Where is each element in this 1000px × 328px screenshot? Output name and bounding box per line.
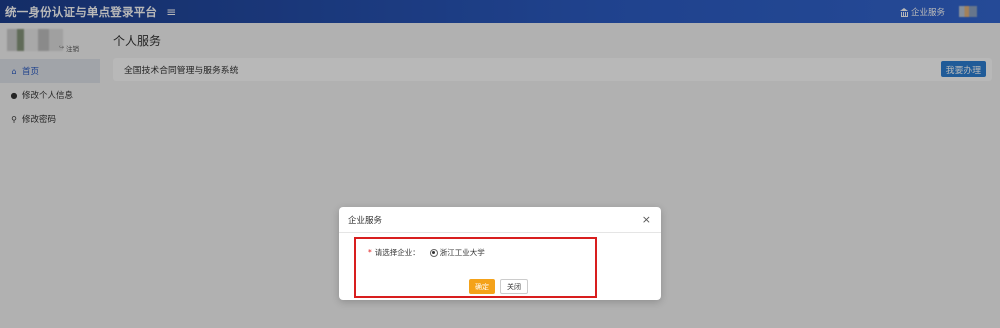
enterprise-option-label[interactable]: 浙江工业大学 bbox=[440, 247, 485, 258]
required-mark: * bbox=[368, 248, 372, 257]
enterprise-modal: 企业服务 × * 请选择企业： 浙江工业大学 确定 关闭 bbox=[339, 207, 661, 300]
enterprise-select-row: * 请选择企业： 浙江工业大学 bbox=[368, 247, 485, 258]
enterprise-radio[interactable] bbox=[429, 248, 438, 257]
modal-title: 企业服务 bbox=[348, 215, 383, 226]
radio-dot bbox=[432, 251, 436, 254]
confirm-button[interactable]: 确定 bbox=[469, 279, 495, 294]
modal-header: 企业服务 bbox=[339, 207, 661, 233]
enterprise-field-label: 请选择企业： bbox=[374, 248, 420, 257]
close-button[interactable]: 关闭 bbox=[500, 279, 528, 294]
close-icon[interactable]: × bbox=[642, 214, 651, 225]
modal-footer: 确定 关闭 bbox=[469, 279, 528, 294]
